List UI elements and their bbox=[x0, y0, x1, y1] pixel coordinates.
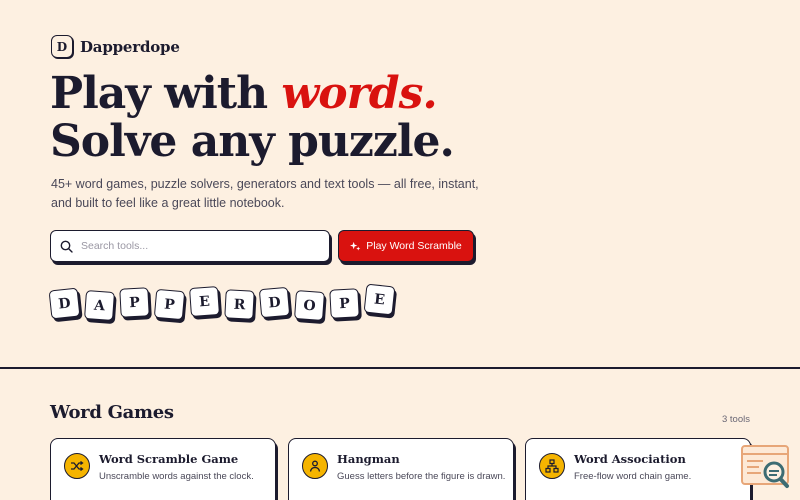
search-icon bbox=[60, 240, 73, 253]
card-title: Word Scramble Game bbox=[99, 452, 239, 466]
hero-line1-accent: words. bbox=[281, 68, 437, 119]
hero-line2: Solve any puzzle. bbox=[50, 116, 455, 167]
card-word-scramble-game[interactable]: Word Scramble Game Unscramble words agai… bbox=[50, 438, 276, 500]
brand-logo[interactable]: D Dapperdope bbox=[51, 35, 180, 58]
person-icon bbox=[302, 453, 328, 479]
letter-tiles: DAPPERDOPE bbox=[48, 283, 410, 325]
letter-tile: O bbox=[294, 290, 325, 321]
logo-mark: D bbox=[51, 35, 73, 58]
letter-tile: P bbox=[153, 288, 186, 321]
letter-tile: E bbox=[363, 283, 396, 316]
search-box[interactable] bbox=[50, 230, 330, 262]
play-word-scramble-button[interactable]: Play Word Scramble bbox=[338, 230, 474, 262]
letter-tile: D bbox=[48, 287, 81, 320]
hero-line1-prefix: Play with bbox=[50, 68, 282, 119]
section-tool-count: 3 tools bbox=[722, 414, 750, 425]
search-input[interactable] bbox=[81, 240, 311, 252]
card-description: Guess letters before the figure is drawn… bbox=[337, 471, 506, 482]
card-title: Hangman bbox=[337, 452, 400, 466]
section-divider bbox=[0, 367, 800, 369]
card-word-association[interactable]: Word Association Free-flow word chain ga… bbox=[525, 438, 751, 500]
letter-tile: P bbox=[119, 287, 150, 318]
card-hangman[interactable]: Hangman Guess letters before the figure … bbox=[288, 438, 514, 500]
letter-tile: D bbox=[258, 286, 291, 319]
section-title: Word Games bbox=[50, 402, 174, 423]
letter-tile: A bbox=[84, 290, 115, 321]
letter-tile: P bbox=[329, 288, 360, 319]
corner-logo-icon[interactable] bbox=[741, 444, 791, 490]
hero-heading: Play with words. Solve any puzzle. bbox=[50, 68, 455, 167]
letter-tile: E bbox=[189, 286, 220, 317]
brand-name: Dapperdope bbox=[80, 37, 180, 56]
shuffle-icon bbox=[64, 453, 90, 479]
hero-subtitle: 45+ word games, puzzle solvers, generato… bbox=[51, 177, 479, 210]
network-icon bbox=[539, 453, 565, 479]
letter-tile: R bbox=[224, 289, 255, 320]
card-description: Free-flow word chain game. bbox=[574, 471, 692, 482]
card-description: Unscramble words against the clock. bbox=[99, 471, 254, 482]
card-title: Word Association bbox=[574, 452, 686, 466]
sparkle-icon bbox=[350, 241, 361, 251]
play-word-scramble-label: Play Word Scramble bbox=[366, 240, 462, 252]
